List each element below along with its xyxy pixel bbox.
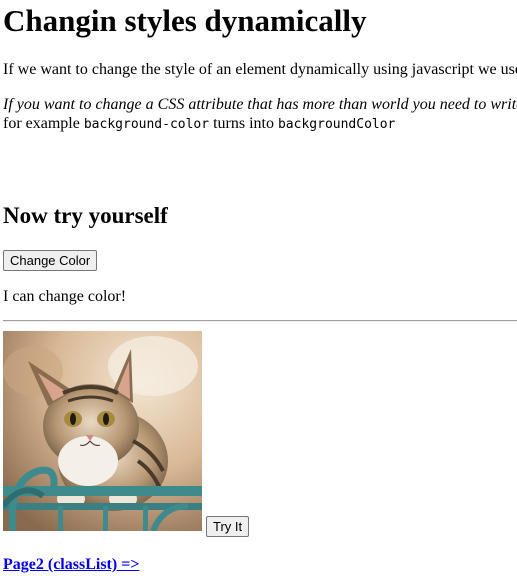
try-it-button[interactable]: Try It	[206, 516, 250, 537]
change-color-button[interactable]: Change Color	[3, 250, 98, 271]
tip-italic-text: If you want to change a CSS attribute th…	[3, 96, 517, 113]
tip-code-from: background-color	[83, 117, 210, 132]
tip-for-example-text: for example	[3, 115, 80, 132]
divider	[3, 320, 517, 322]
tip-paragraph: If you want to change a CSS attribute th…	[3, 95, 517, 134]
color-changing-text: I can change color!	[3, 288, 127, 305]
next-page-link[interactable]: Page2 (classList) =>	[3, 556, 139, 574]
page-title: Changin styles dynamically	[3, 3, 367, 38]
section-heading: Now try yourself	[3, 203, 168, 228]
tip-code-to: backgroundColor	[277, 117, 396, 132]
intro-paragraph: If we want to change the style of an ele…	[3, 61, 517, 78]
page: Changin styles dynamically If we want to…	[0, 0, 517, 584]
cat-image	[3, 331, 202, 531]
tip-turns-into-text: turns into	[213, 115, 274, 132]
